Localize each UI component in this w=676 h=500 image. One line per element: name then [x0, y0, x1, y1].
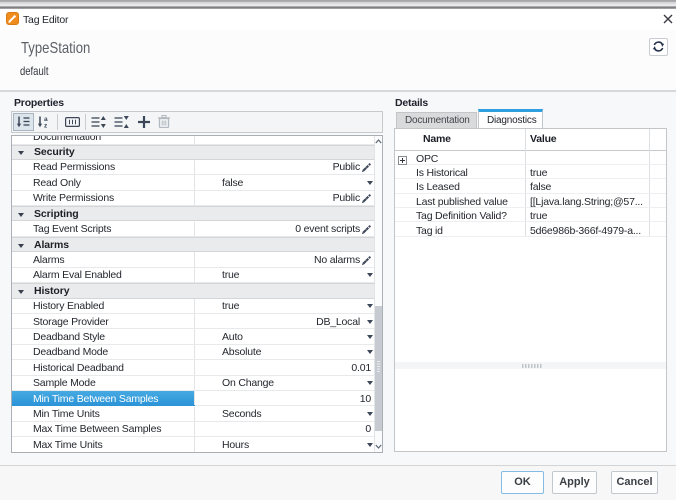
svg-text:z: z [44, 123, 48, 129]
